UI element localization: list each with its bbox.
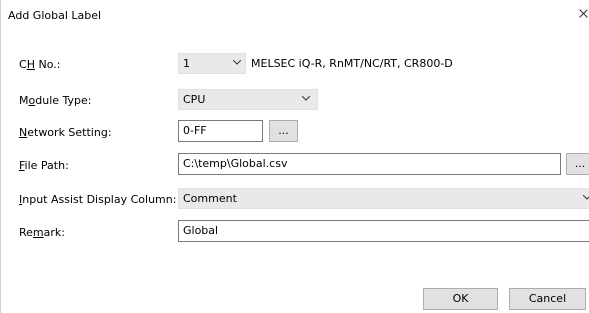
remark-label: Remark: — [19, 226, 65, 239]
dialog-title: Add Global Label — [8, 9, 102, 22]
chevron-down-icon — [583, 195, 589, 203]
add-global-label-dialog: Add Global Label CH No.: 1 MELSEC iQ-R, … — [0, 0, 589, 313]
ch-no-note: MELSEC iQ-R, RnMT/NC/RT, CR800-D — [251, 57, 453, 70]
input-assist-value: Comment — [183, 192, 237, 205]
ch-no-label: CH No.: — [19, 58, 61, 71]
file-path-value: C:\temp\Global.csv — [183, 157, 288, 170]
ch-no-value: 1 — [183, 57, 190, 70]
module-type-select[interactable]: CPU — [178, 89, 318, 110]
input-assist-label: Input Assist Display Column: — [19, 193, 177, 206]
ch-no-select[interactable]: 1 — [178, 53, 246, 74]
title-bar: Add Global Label — [1, 0, 589, 30]
file-path-browse-button[interactable]: ... — [566, 153, 589, 175]
remark-value: Global — [183, 224, 219, 237]
module-type-label: Module Type: — [19, 94, 92, 107]
network-setting-label: Network Setting: — [19, 126, 112, 139]
chevron-down-icon — [302, 96, 310, 104]
chevron-down-icon — [233, 60, 241, 68]
module-type-value: CPU — [183, 93, 206, 106]
network-setting-input[interactable]: 0-FF — [178, 120, 263, 142]
cancel-button[interactable]: Cancel — [509, 288, 586, 310]
close-icon[interactable] — [577, 8, 589, 22]
network-setting-value: 0-FF — [183, 124, 207, 137]
input-assist-select[interactable]: Comment — [178, 188, 589, 209]
network-setting-browse-button[interactable]: ... — [269, 120, 298, 142]
file-path-input[interactable]: C:\temp\Global.csv — [178, 153, 561, 175]
ok-button[interactable]: OK — [423, 288, 498, 310]
file-path-label: File Path: — [19, 159, 69, 172]
remark-input[interactable]: Global — [178, 220, 589, 242]
